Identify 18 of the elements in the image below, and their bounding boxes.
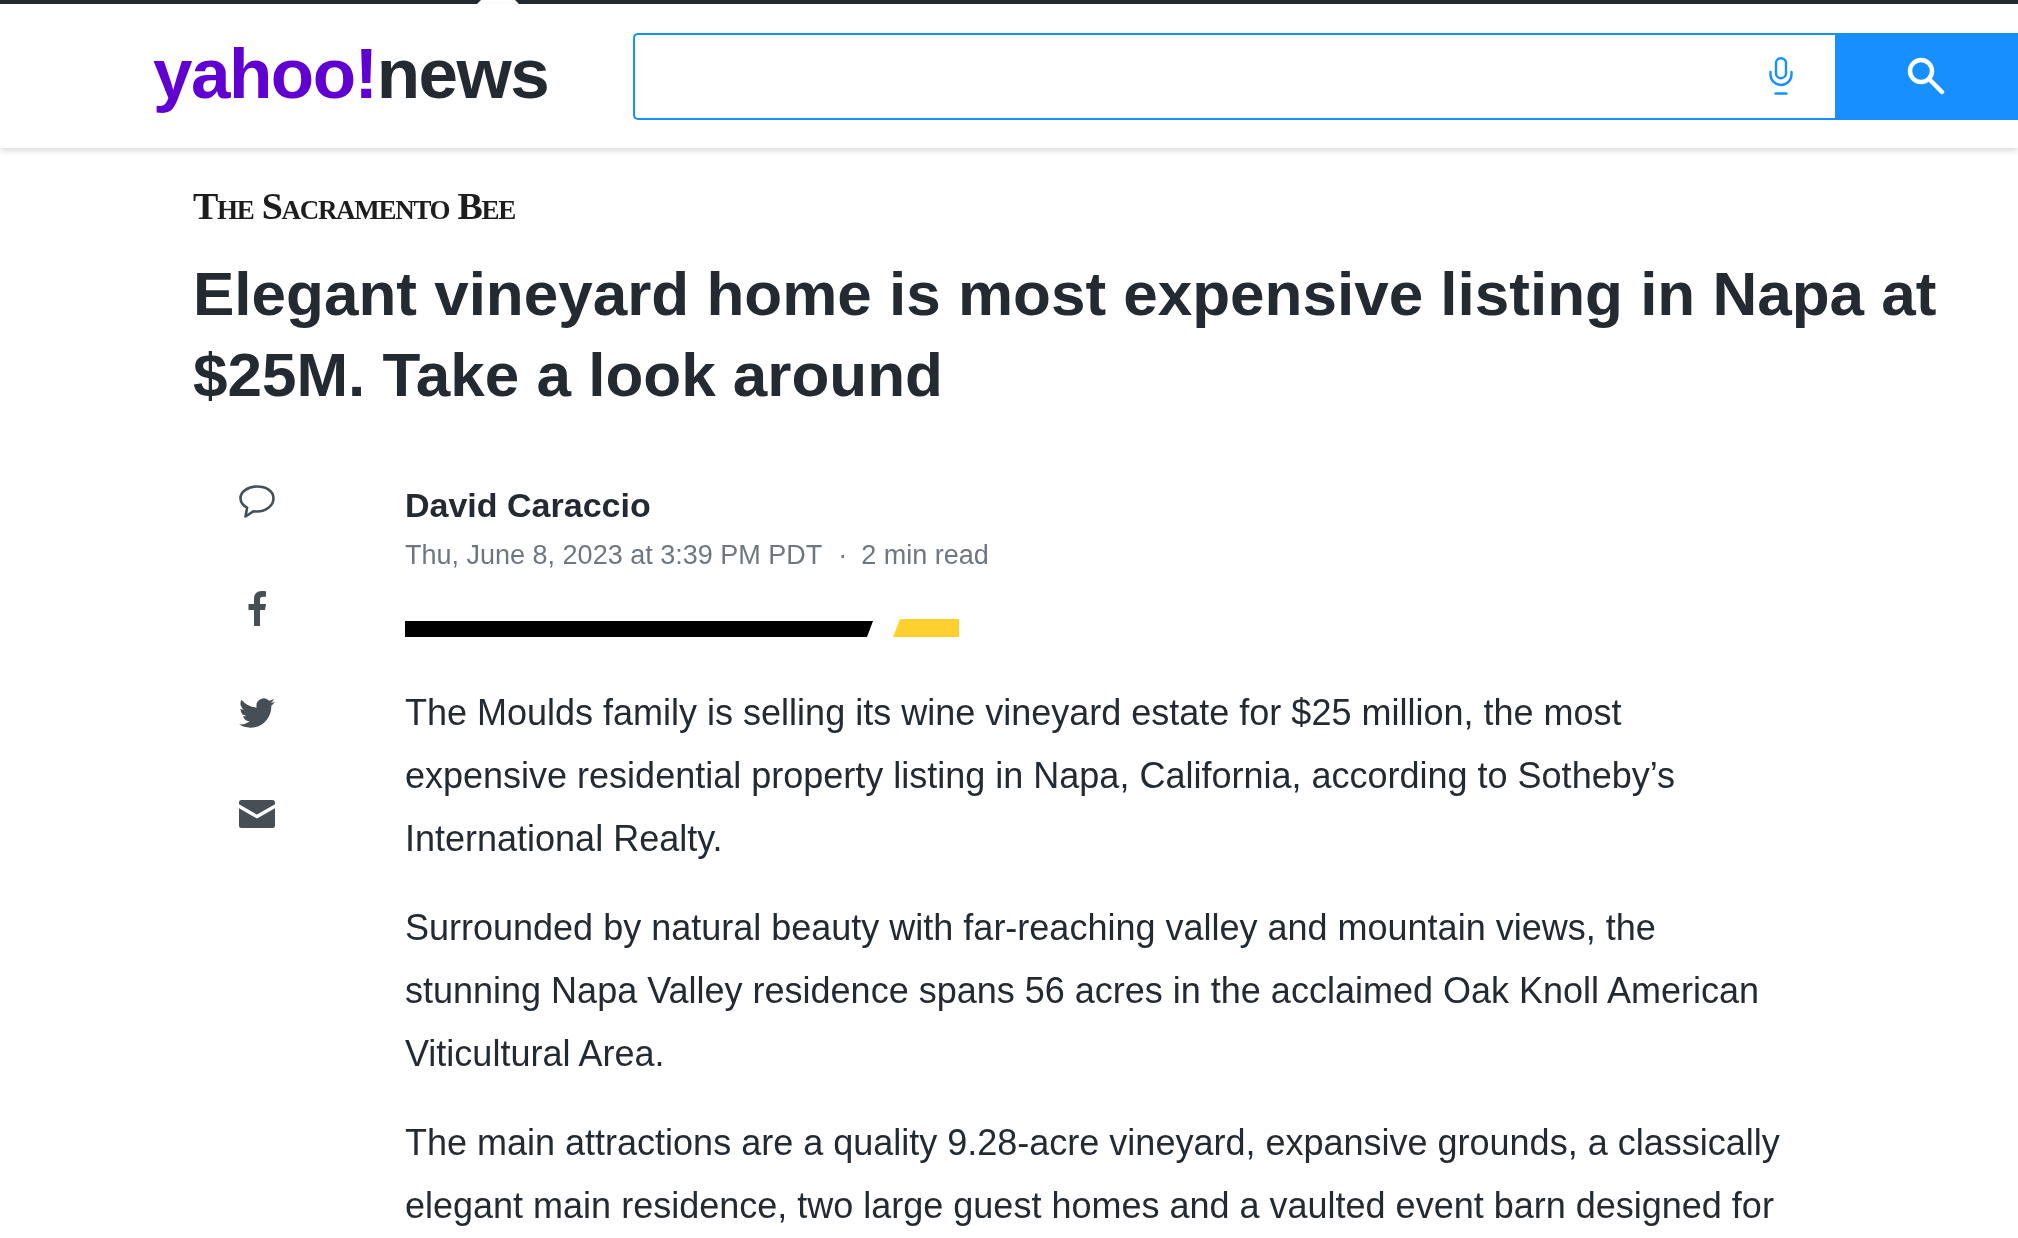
bird-icon[interactable]	[239, 698, 275, 728]
search-button[interactable]	[1835, 32, 2018, 120]
facebook-icon[interactable]	[248, 590, 266, 626]
microphone-icon[interactable]	[1769, 57, 1793, 95]
search-icon	[1906, 57, 1945, 95]
paragraph: The main attractions are a quality 9.28-acre vineyard, expansive grounds, a classically elegant main residence, two large guest homes and a vaulted event barn designed for	[405, 1121, 1781, 1228]
paragraph: The Moulds family is selling its wine vineyard estate for $25 million, the most expensive residential property listing in Napa, California, according to Sotheby’s International Realty.	[405, 691, 1677, 861]
author-name[interactable]: David Caraccio	[405, 485, 651, 525]
paragraph: Surrounded by natural beauty with far-reaching valley and mountain views, the stunning Napa Valley residence spans 56 acres in the acclaimed Oak Knoll American Viticultural Area.	[405, 906, 1761, 1076]
publisher-logo[interactable]: The Sacramento Bee	[193, 186, 515, 226]
mail-icon[interactable]	[239, 800, 275, 828]
publish-date: Thu, June 8, 2023 at 3:39 PM PDT	[405, 539, 823, 572]
read-time: 2 min read	[861, 539, 989, 572]
site-logo[interactable]: yahoo!news	[153, 33, 549, 115]
separator-dot: ·	[838, 539, 848, 572]
article-headline: Elegant vineyard home is most expensive listing in Napa at $25M. Take a look around	[193, 258, 1938, 411]
search-field[interactable]	[633, 32, 1835, 120]
comment-icon[interactable]	[239, 485, 275, 518]
